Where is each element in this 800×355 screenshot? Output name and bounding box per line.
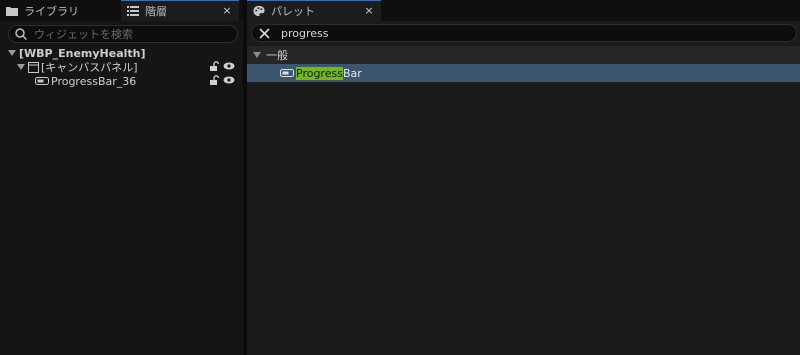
widget-search-input[interactable]: ウィジェットを検索 [8, 25, 238, 43]
close-icon[interactable]: × [363, 5, 375, 17]
tree-item-label: [キャンバスパネル] [41, 61, 138, 74]
category-header-general[interactable]: 一般 [247, 46, 800, 64]
palette-search-input[interactable]: progress [251, 24, 797, 42]
collapse-arrow-icon[interactable] [252, 51, 261, 60]
tree-item-label: [WBP_EnemyHealth] [19, 46, 146, 60]
tab-library[interactable]: ライブラリ [0, 0, 121, 21]
tab-hierarchy-label: 階層 [145, 5, 167, 18]
category-label: 一般 [266, 49, 288, 62]
tab-palette-label: パレット [271, 5, 315, 18]
tree-item-root[interactable]: [WBP_EnemyHealth] [7, 46, 239, 60]
tab-palette[interactable]: パレット × [247, 0, 381, 21]
search-match-highlight: Progress [296, 66, 343, 80]
search-value: progress [281, 26, 329, 40]
close-icon[interactable]: × [221, 5, 233, 17]
tree-item-progress-bar[interactable]: ProgressBar_36 [35, 74, 239, 88]
tab-library-label: ライブラリ [24, 4, 79, 18]
tab-hierarchy[interactable]: 階層 × [121, 0, 239, 21]
progress-bar-icon [280, 69, 294, 77]
palette-item-progress-bar[interactable]: Progress Bar [247, 64, 800, 82]
left-tabbar: ライブラリ 階層 × [0, 0, 243, 21]
palette-item-label-rest: Bar [342, 66, 362, 80]
tree-item-label: ProgressBar_36 [51, 74, 137, 88]
right-tabbar: パレット × [247, 0, 800, 21]
hierarchy-panel: ライブラリ 階層 × ウィジェットを検索 [WBP_EnemyHealth] [… [0, 0, 243, 355]
hierarchy-list-icon [127, 5, 139, 17]
unlock-icon[interactable] [209, 75, 220, 88]
row-actions [209, 75, 235, 88]
unlock-icon[interactable] [209, 61, 220, 74]
tree-item-canvas-panel[interactable]: [キャンバスパネル] [16, 60, 239, 74]
palette-icon [253, 5, 265, 17]
eye-icon[interactable] [223, 61, 235, 74]
eye-icon[interactable] [223, 75, 235, 88]
folder-icon [6, 5, 18, 17]
expand-arrow-icon[interactable] [16, 63, 25, 72]
search-placeholder: ウィジェットを検索 [34, 28, 133, 41]
search-icon [14, 27, 28, 41]
canvas-panel-icon [28, 61, 39, 73]
clear-search-icon[interactable] [257, 26, 271, 40]
palette-panel: パレット × progress 一般 Progress Bar [247, 0, 800, 355]
row-actions [209, 61, 235, 74]
progress-bar-icon [35, 77, 49, 85]
expand-arrow-icon[interactable] [7, 49, 16, 58]
